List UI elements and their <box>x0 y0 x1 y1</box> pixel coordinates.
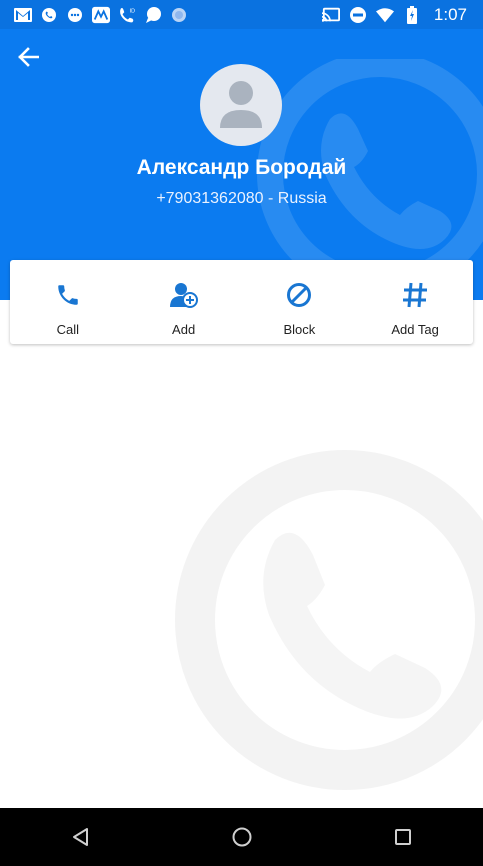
nav-back-button[interactable] <box>51 808 111 866</box>
contact-phone: +79031362080 - Russia <box>156 190 327 207</box>
phone-icon <box>53 280 83 310</box>
navigation-bar <box>0 808 483 866</box>
nav-home-button[interactable] <box>212 808 272 866</box>
recents-square-icon <box>394 829 411 845</box>
add-tag-label: Add Tag <box>391 322 439 337</box>
action-card: Call Add Block Add Tag <box>10 260 473 344</box>
block-button[interactable]: Block <box>242 260 358 344</box>
battery-icon <box>403 5 421 24</box>
cast-icon <box>321 6 340 24</box>
add-contact-icon <box>169 280 199 310</box>
triangle-back-icon <box>72 828 88 846</box>
add-tag-button[interactable]: Add Tag <box>357 260 473 344</box>
chat-icon <box>144 6 162 24</box>
wifi-icon <box>375 6 394 24</box>
add-label: Add <box>172 322 196 337</box>
nav-recents-button[interactable] <box>373 808 433 866</box>
circle-icon <box>170 6 188 24</box>
add-button[interactable]: Add <box>126 260 242 344</box>
call-label: Call <box>56 322 80 337</box>
home-circle-icon <box>232 827 251 847</box>
block-icon <box>284 280 314 310</box>
status-time: 1:07 <box>433 4 467 24</box>
svg-text:ID: ID <box>130 8 135 14</box>
viber-icon <box>40 6 58 24</box>
phone-watermark-icon <box>175 450 483 790</box>
call-button[interactable]: Call <box>10 260 126 344</box>
contact-name: Александр Бородай <box>136 156 347 179</box>
block-label: Block <box>283 322 316 337</box>
status-bar: ID 1:07 <box>0 0 483 29</box>
do-not-disturb-icon <box>349 6 367 24</box>
hashtag-icon <box>400 280 430 310</box>
app-icon <box>92 6 110 24</box>
person-placeholder-icon <box>220 81 262 128</box>
contact-avatar <box>200 64 282 146</box>
messages-icon <box>66 6 84 24</box>
phone-id-icon: ID <box>118 6 136 24</box>
back-button[interactable] <box>12 41 44 73</box>
back-arrow-icon <box>18 47 39 67</box>
gmail-icon <box>14 6 32 24</box>
